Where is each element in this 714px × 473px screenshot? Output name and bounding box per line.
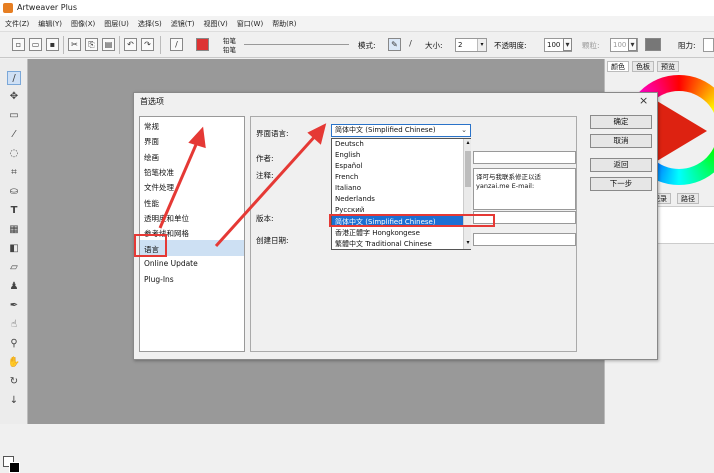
annotation-arrows <box>158 123 327 248</box>
annotation-arrow-head <box>188 126 206 149</box>
annotation-arrow <box>158 139 200 229</box>
foreground-color-swatch[interactable] <box>9 462 20 473</box>
annotation-arrow <box>214 132 319 248</box>
